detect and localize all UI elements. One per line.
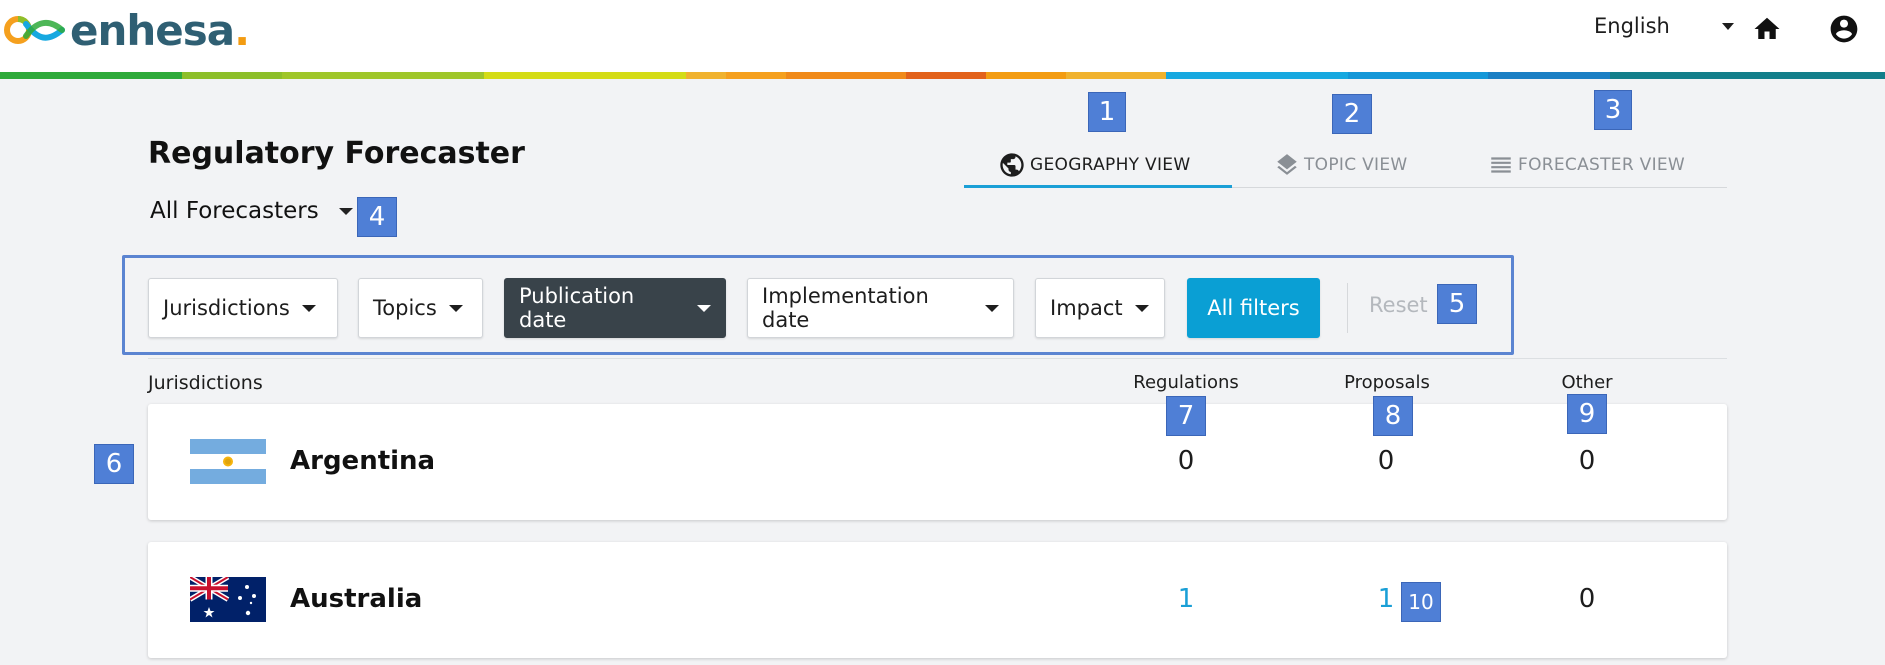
chevron-down-icon (338, 207, 353, 215)
forecaster-select-label: All Forecasters (150, 198, 319, 224)
annotation-badge: 1 (1088, 92, 1126, 132)
column-header-proposals[interactable]: Proposals (1344, 372, 1430, 393)
chevron-down-icon (448, 304, 463, 312)
color-strip-segment (1166, 72, 1348, 79)
color-strip-segment (182, 72, 282, 79)
color-strip-segment (686, 72, 726, 79)
australia-flag (190, 577, 266, 622)
chevron-down-icon (301, 304, 316, 312)
logo-wordmark: enhesa. (70, 5, 250, 55)
jurisdictions-filter-button[interactable]: Jurisdictions (148, 278, 338, 338)
language-label: English (1594, 14, 1670, 38)
forecaster-select[interactable]: All Forecasters (150, 198, 353, 224)
annotation-badge: 7 (1166, 396, 1206, 436)
country-name: Australia (290, 584, 423, 614)
argentina-flag (190, 439, 266, 484)
language-select[interactable]: English (1594, 14, 1734, 38)
color-strip-segment (282, 72, 484, 79)
color-strip-segment (786, 72, 906, 79)
tab-geography-view[interactable]: GEOGRAPHY VIEW (998, 142, 1190, 188)
divider (1347, 283, 1348, 333)
top-bar: enhesa. English (0, 0, 1885, 72)
tab-forecaster-view[interactable]: FORECASTER VIEW (1488, 142, 1685, 188)
publication-date-filter-button[interactable]: Publication date (504, 278, 726, 338)
annotation-badge: 2 (1332, 94, 1372, 134)
color-strip-segment (1348, 72, 1488, 79)
filter-label: Publication date (519, 284, 635, 332)
topics-filter-button[interactable]: Topics (358, 278, 483, 338)
annotation-badge: 8 (1373, 396, 1413, 436)
color-strip-segment (986, 72, 1066, 79)
filter-label: Topics (373, 296, 437, 320)
regulations-count: 0 (1177, 446, 1195, 476)
active-tab-indicator (964, 185, 1232, 188)
tab-label: GEOGRAPHY VIEW (1030, 155, 1191, 175)
filter-label: Implementation date (762, 284, 929, 332)
other-count: 0 (1578, 584, 1596, 614)
filter-label: All filters (1207, 296, 1300, 320)
tab-label: FORECASTER VIEW (1518, 155, 1686, 175)
color-strip-segment (1610, 72, 1885, 79)
regulations-count-link[interactable]: 1 (1178, 584, 1195, 614)
annotation-badge: 5 (1437, 284, 1477, 324)
proposals-count-link[interactable]: 1 (1378, 584, 1395, 614)
column-header-other[interactable]: Other (1561, 372, 1612, 393)
color-strip-segment (0, 72, 182, 79)
home-icon (1754, 17, 1780, 39)
filter-label: Impact (1050, 296, 1123, 320)
home-button[interactable] (1752, 14, 1782, 44)
list-icon (1488, 152, 1514, 178)
column-header-jurisdictions: Jurisdictions (148, 372, 263, 394)
annotation-badge: 3 (1594, 90, 1632, 130)
chevron-down-icon (697, 304, 711, 312)
color-strip-segment (1066, 72, 1166, 79)
account-circle-icon (1830, 15, 1858, 43)
annotation-badge: 6 (94, 444, 134, 484)
enhesa-logo[interactable]: enhesa. (4, 5, 250, 55)
color-strip-segment (906, 72, 986, 79)
chevron-down-icon (985, 304, 999, 312)
brand-color-strip (0, 72, 1885, 79)
other-count: 0 (1578, 446, 1596, 476)
annotation-badge: 9 (1567, 394, 1607, 434)
column-header-regulations[interactable]: Regulations (1133, 372, 1239, 393)
tab-topic-view[interactable]: TOPIC VIEW (1274, 142, 1408, 188)
country-name: Argentina (290, 446, 436, 476)
tab-label: TOPIC VIEW (1304, 155, 1408, 175)
proposals-count: 0 (1377, 446, 1395, 476)
table-row[interactable]: Australia 1 1 0 (148, 542, 1727, 658)
all-filters-button[interactable]: All filters (1187, 278, 1320, 338)
color-strip-segment (484, 72, 686, 79)
color-strip-segment (1488, 72, 1610, 79)
account-button[interactable] (1828, 13, 1860, 45)
globe-icon (998, 151, 1026, 179)
chevron-down-icon (1721, 22, 1734, 30)
page-title: Regulatory Forecaster (148, 136, 525, 171)
enhesa-logo-icon (4, 16, 65, 44)
reset-button[interactable]: Reset (1369, 293, 1428, 317)
implementation-date-filter-button[interactable]: Implementation date (747, 278, 1014, 338)
annotation-badge: 4 (357, 197, 397, 237)
divider (148, 358, 1727, 359)
color-strip-segment (726, 72, 786, 79)
chevron-down-icon (1134, 304, 1149, 312)
table-row[interactable]: Argentina 0 0 0 (148, 404, 1727, 520)
layers-icon (1274, 152, 1300, 178)
impact-filter-button[interactable]: Impact (1035, 278, 1165, 338)
filter-label: Jurisdictions (163, 296, 290, 320)
annotation-badge: 10 (1401, 582, 1441, 622)
